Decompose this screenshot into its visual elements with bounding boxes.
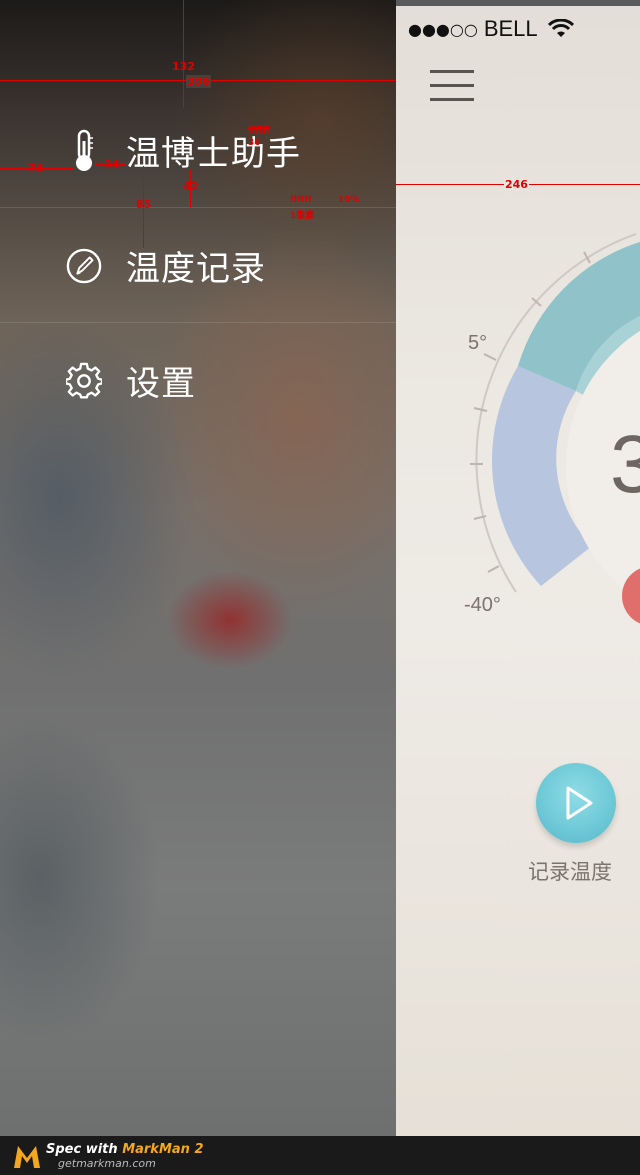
gear-icon — [66, 361, 102, 401]
spec-label-divider-opacity: 10% — [338, 195, 360, 205]
spec-label-text-color: ffffff — [248, 126, 270, 136]
gauge-label-min: -40° — [464, 594, 501, 616]
drawer-item-label: 温度记录 — [126, 249, 266, 289]
divider — [0, 207, 396, 208]
markman-logo-icon — [14, 1146, 40, 1168]
spec-label-text-size: 36 — [248, 138, 261, 148]
record-temperature-label: 记录温度 — [528, 860, 612, 884]
spec-label-top: 132 — [172, 60, 195, 73]
side-drawer: 温博士助手 温度记录 设置 132 396 74 34 85 42 ffffff… — [0, 0, 396, 1136]
spec-label-main-gap: 246 — [504, 178, 529, 191]
markman-footer: Spec with MarkMan 2 getmarkman.com — [0, 1136, 640, 1175]
compass-pen-icon — [66, 246, 102, 286]
spec-label-icon-gap: 34 — [104, 158, 120, 171]
drawer-item-settings[interactable]: 设置 — [0, 338, 396, 423]
record-temperature-button[interactable] — [536, 763, 616, 843]
gauge-label-max: 5° — [468, 332, 488, 354]
divider — [0, 322, 396, 323]
footer-line1: Spec with MarkMan 2 — [46, 1142, 204, 1157]
temperature-reading: 3 — [610, 419, 640, 510]
spec-label-divider-width: 1像素 — [290, 211, 315, 221]
spec-label-width: 396 — [186, 75, 211, 88]
spec-label-divider-color: ffffff — [290, 195, 312, 205]
play-icon — [566, 786, 593, 820]
spec-guide-vertical — [183, 0, 184, 108]
main-screen: ●●●○○ BELL 5° -40° 3 记录温度 — [396, 6, 640, 1136]
spec-label-text-gap: 42 — [183, 180, 199, 193]
drawer-item-records[interactable]: 温度记录 — [0, 223, 396, 308]
spec-label-left-margin: 74 — [28, 162, 44, 175]
footer-url[interactable]: getmarkman.com — [58, 1157, 156, 1170]
drawer-item-label: 温博士助手 — [126, 134, 301, 174]
spec-label-row-height: 85 — [136, 198, 152, 211]
drawer-item-label: 设置 — [126, 364, 196, 404]
temperature-gauge — [470, 233, 640, 601]
